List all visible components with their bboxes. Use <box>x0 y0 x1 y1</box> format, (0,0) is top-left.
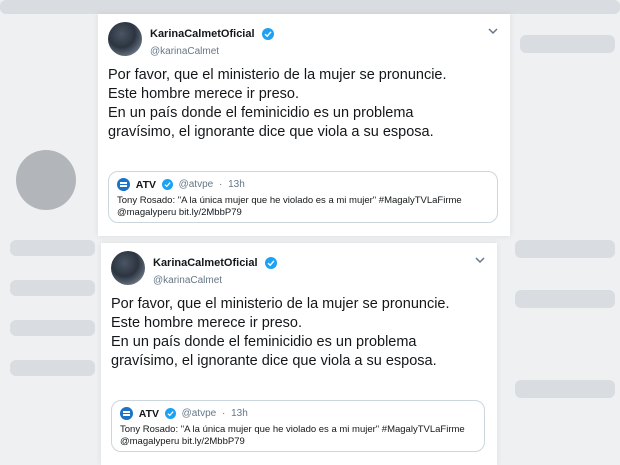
verified-badge-icon <box>164 408 176 419</box>
quoted-text-line: Tony Rosado: "A la única mujer que he vi… <box>120 424 465 435</box>
quoted-handle[interactable]: @atvpe <box>179 179 214 190</box>
quoted-display-name[interactable]: ATV <box>136 179 156 191</box>
verified-badge-icon <box>262 27 274 40</box>
quoted-tweet[interactable]: ATV @atvpe · 13h Tony Rosado: "A la únic… <box>108 171 498 223</box>
tweet-header: KarinaCalmetOficial @karinaCalmet <box>108 22 500 62</box>
quoted-text: Tony Rosado: "A la única mujer que he vi… <box>117 195 491 219</box>
atv-logo-icon <box>120 407 133 420</box>
chevron-down-icon[interactable] <box>473 253 487 267</box>
tweet-text-line: En un país donde el feminicidio es un pr… <box>111 334 417 350</box>
verified-badge-icon <box>161 179 173 190</box>
tweet-text-line: Este hombre merece ir preso. <box>111 315 302 331</box>
tweet-text-line: Este hombre merece ir preso. <box>108 86 299 102</box>
tweet-text-line: Por favor, que el ministerio de la mujer… <box>111 296 450 312</box>
tweet-text: Por favor, que el ministerio de la mujer… <box>108 66 502 142</box>
verified-badge-icon <box>265 256 277 269</box>
quoted-text-line[interactable]: @magalyperu bit.ly/2MbbP79 <box>117 207 491 219</box>
atv-logo-icon <box>117 178 130 191</box>
chevron-down-icon[interactable] <box>486 24 500 38</box>
quoted-text-line[interactable]: @magalyperu bit.ly/2MbbP79 <box>120 436 478 448</box>
quoted-text: Tony Rosado: "A la única mujer que he vi… <box>120 424 478 448</box>
quoted-timestamp[interactable]: 13h <box>228 179 245 190</box>
user-handle[interactable]: @karinaCalmet <box>153 275 277 286</box>
tweet-card[interactable]: KarinaCalmetOficial @karinaCalmet Por fa… <box>98 14 510 236</box>
avatar[interactable] <box>108 22 142 56</box>
tweet-text-line: gravísimo, el ignorante dice que viola a… <box>111 353 437 369</box>
separator: · <box>221 408 226 419</box>
separator: · <box>218 179 223 190</box>
tweet-text: Por favor, que el ministerio de la mujer… <box>111 295 489 371</box>
quoted-text-line: Tony Rosado: "A la única mujer que he vi… <box>117 195 462 206</box>
tweet-text-line: Por favor, que el ministerio de la mujer… <box>108 67 447 83</box>
tweet-header: KarinaCalmetOficial @karinaCalmet <box>111 251 487 291</box>
display-name[interactable]: KarinaCalmetOficial <box>153 257 258 269</box>
avatar[interactable] <box>111 251 145 285</box>
display-name[interactable]: KarinaCalmetOficial <box>150 28 255 40</box>
user-handle[interactable]: @karinaCalmet <box>150 46 274 57</box>
tweet-text-line: En un país donde el feminicidio es un pr… <box>108 105 414 121</box>
tweet-card[interactable]: KarinaCalmetOficial @karinaCalmet Por fa… <box>101 243 497 465</box>
quoted-handle[interactable]: @atvpe <box>182 408 217 419</box>
quoted-timestamp[interactable]: 13h <box>231 408 248 419</box>
tweet-text-line: gravísimo, el ignorante dice que viola a… <box>108 124 434 140</box>
quoted-display-name[interactable]: ATV <box>139 408 159 420</box>
quoted-tweet[interactable]: ATV @atvpe · 13h Tony Rosado: "A la únic… <box>111 400 485 452</box>
